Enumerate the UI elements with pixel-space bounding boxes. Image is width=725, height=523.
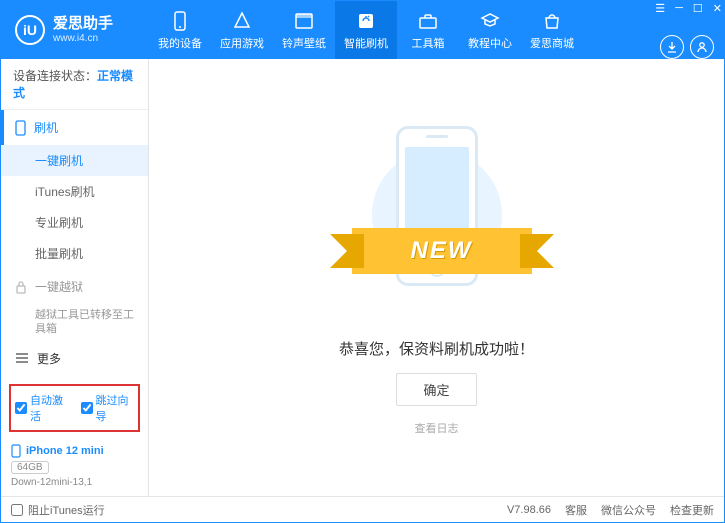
lock-icon [15,280,27,294]
nav-my-device[interactable]: 我的设备 [149,1,211,59]
skip-guide-checkbox[interactable]: 跳过向导 [81,392,135,424]
apps-icon [231,10,253,32]
main-content: NEW 恭喜您，保资料刷机成功啦！ 确定 查看日志 [149,59,724,496]
nav-ringtones[interactable]: 铃声壁纸 [273,1,335,59]
device-name-text: iPhone 12 mini [26,445,104,457]
service-link[interactable]: 客服 [565,502,587,518]
sidebar-item-pro[interactable]: 专业刷机 [1,207,148,238]
new-ribbon: NEW [352,228,532,274]
nav-apps[interactable]: 应用游戏 [211,1,273,59]
flash-icon [355,10,377,32]
nav-label: 教程中心 [468,35,512,51]
sidebar-group-flash[interactable]: 刷机 [1,110,148,145]
store-icon [541,10,563,32]
sidebar-tree: 刷机 一键刷机 iTunes刷机 专业刷机 批量刷机 一键越狱 越狱工具已转移至… [1,110,148,378]
auto-activate-checkbox[interactable]: 自动激活 [15,392,69,424]
window-controls: ☰ ─ ☐ ✕ [653,2,724,15]
tutorial-icon [479,10,501,32]
group-label: 更多 [37,350,61,367]
logo-area: iU 爱思助手 www.i4.cn [1,15,149,45]
sidebar: 设备连接状态：正常模式 刷机 一键刷机 iTunes刷机 专业刷机 批量刷机 一… [1,59,149,496]
menu-icon[interactable]: ☰ [653,2,667,15]
sidebar-item-itunes[interactable]: iTunes刷机 [1,176,148,207]
nav-label: 智能刷机 [344,35,388,51]
success-illustration: NEW [352,120,522,320]
nav-label: 铃声壁纸 [282,35,326,51]
footer: 阻止iTunes运行 V7.98.66 客服 微信公众号 检查更新 [1,496,724,522]
version-text: V7.98.66 [507,504,551,516]
group-label: 一键越狱 [35,278,83,295]
nav-flash[interactable]: 智能刷机 [335,1,397,59]
minimize-icon[interactable]: ─ [673,2,685,15]
device-storage: 64GB [11,461,49,474]
wechat-link[interactable]: 微信公众号 [601,502,656,518]
nav-label: 爱思商城 [530,35,574,51]
nav-toolbox[interactable]: 工具箱 [397,1,459,59]
option-checkboxes: 自动激活 跳过向导 [9,384,140,432]
wallpaper-icon [293,10,315,32]
sidebar-item-batch[interactable]: 批量刷机 [1,238,148,269]
user-button[interactable] [690,35,714,59]
app-title: 爱思助手 [53,16,113,33]
device-phone-icon [11,444,21,458]
device-sub: Down-12mini-13,1 [11,477,138,488]
titlebar: iU 爱思助手 www.i4.cn 我的设备 应用游戏 铃声壁纸 智能刷机 工具… [1,1,724,59]
block-itunes-checkbox[interactable]: 阻止iTunes运行 [11,502,105,518]
app-url: www.i4.cn [53,33,113,44]
nav-label: 我的设备 [158,35,202,51]
sidebar-item-other[interactable]: 其他工具 [1,376,148,378]
close-icon[interactable]: ✕ [711,2,724,15]
jailbreak-note: 越狱工具已转移至工具箱 [1,304,148,341]
update-link[interactable]: 检查更新 [670,502,714,518]
sidebar-item-oneclick[interactable]: 一键刷机 [1,145,148,176]
nav-store[interactable]: 爱思商城 [521,1,583,59]
phone-icon [169,10,191,32]
connection-status: 设备连接状态：正常模式 [1,59,148,110]
phone-small-icon [15,120,26,136]
logo-icon: iU [15,15,45,45]
sidebar-group-jailbreak[interactable]: 一键越狱 [1,269,148,304]
maximize-icon[interactable]: ☐ [691,2,705,15]
confirm-button[interactable]: 确定 [396,373,476,406]
nav-tutorials[interactable]: 教程中心 [459,1,521,59]
device-info[interactable]: iPhone 12 mini 64GB Down-12mini-13,1 [1,438,148,496]
nav-label: 工具箱 [412,35,445,51]
top-nav: 我的设备 应用游戏 铃声壁纸 智能刷机 工具箱 教程中心 爱思商城 [149,1,653,59]
nav-label: 应用游戏 [220,35,264,51]
more-icon [15,352,29,364]
download-button[interactable] [660,35,684,59]
conn-label: 设备连接状态： [13,69,97,83]
success-message: 恭喜您，保资料刷机成功啦！ [339,338,534,359]
toolbox-icon [417,10,439,32]
view-log-link[interactable]: 查看日志 [415,420,459,436]
group-label: 刷机 [34,119,58,136]
sidebar-group-more[interactable]: 更多 [1,341,148,376]
